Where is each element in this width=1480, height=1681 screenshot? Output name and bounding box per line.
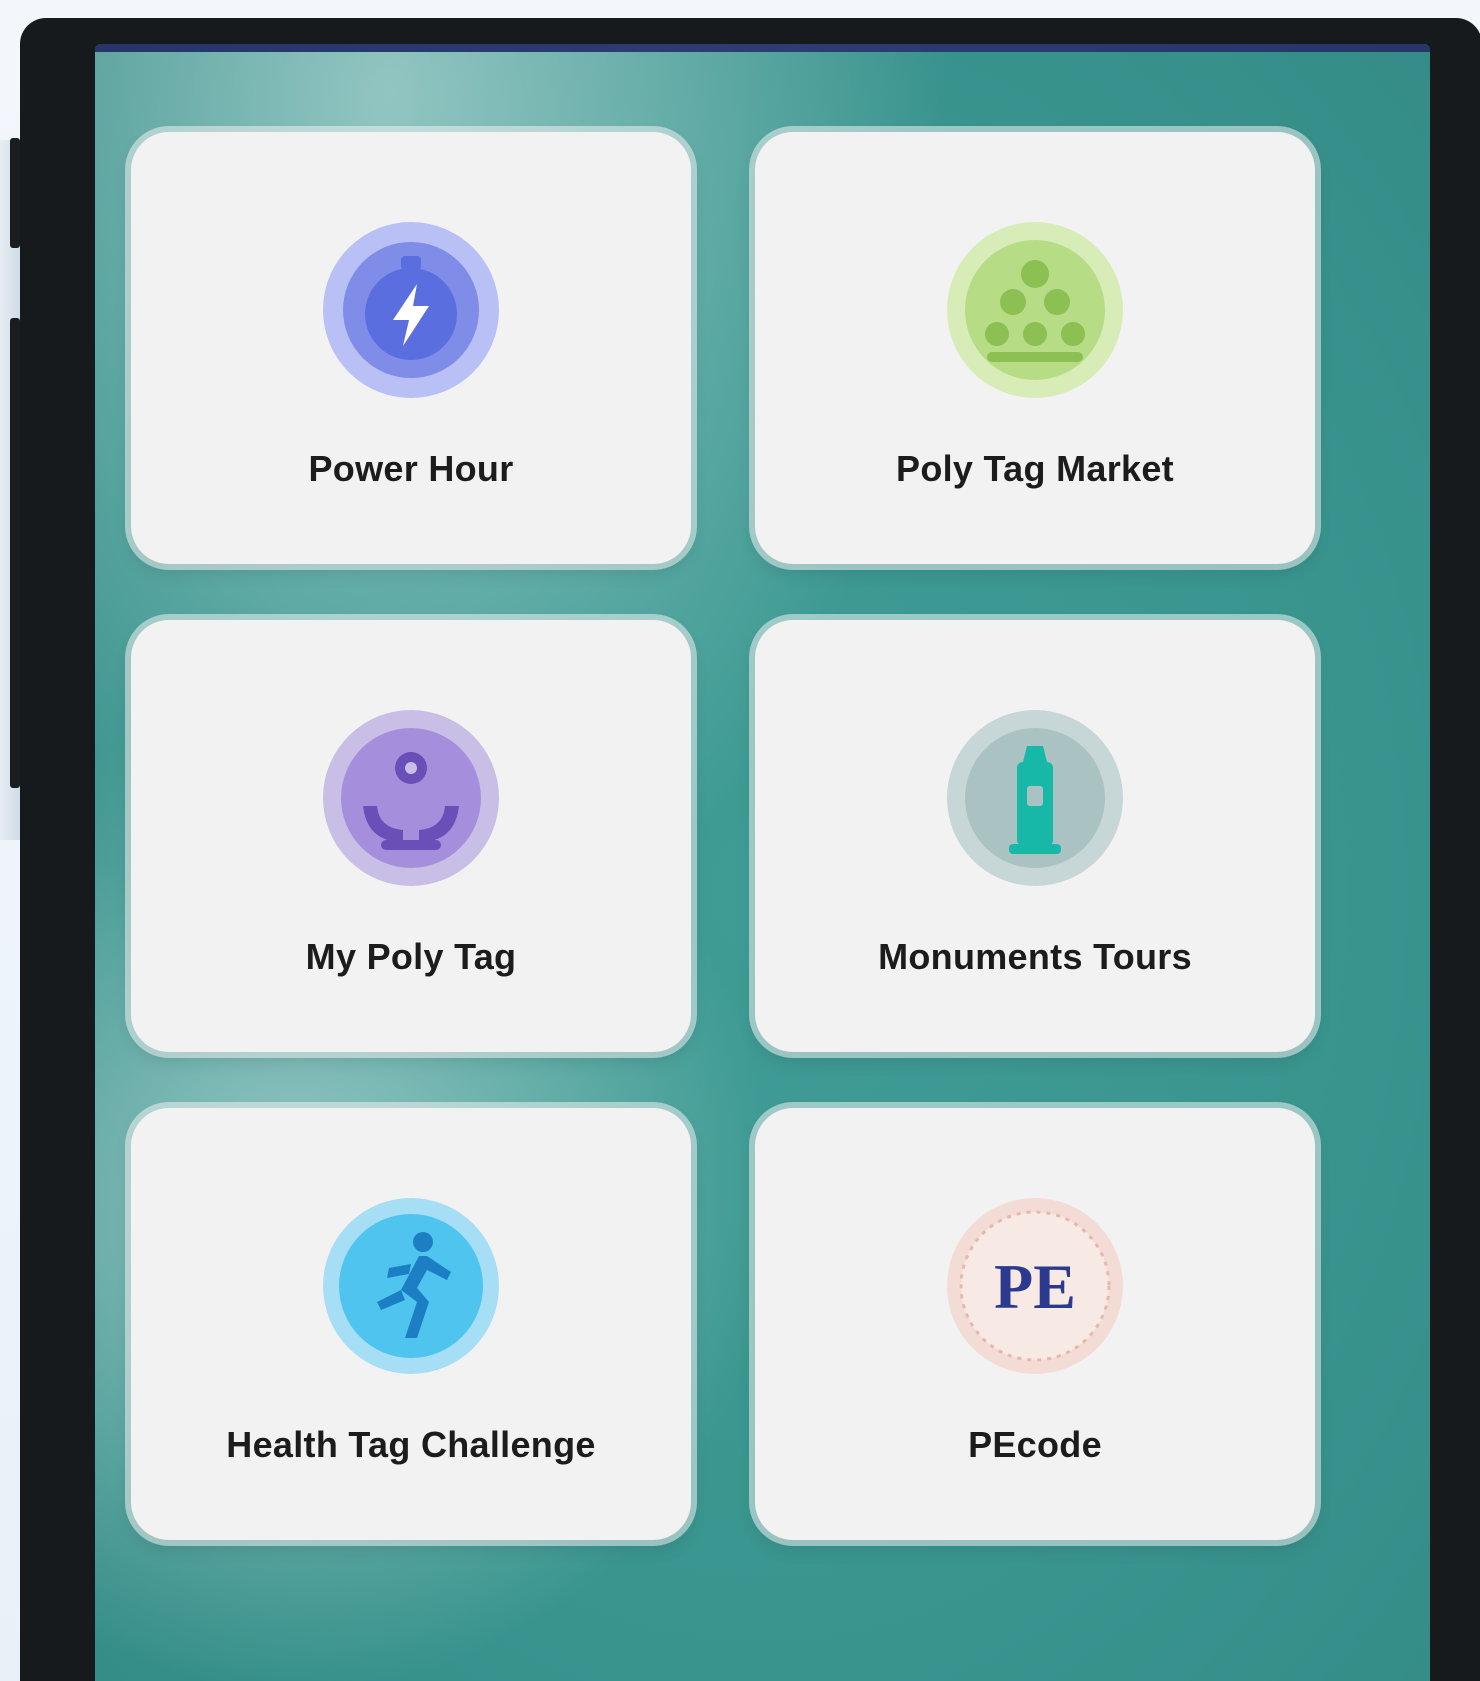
side-button-volume-up	[10, 138, 20, 248]
tile-monuments-tours[interactable]: Monuments Tours	[755, 620, 1315, 1052]
phone-frame: Power Hour Poly Tag Market My Poly Tag M…	[10, 18, 1480, 1681]
tile-label: My Poly Tag	[305, 936, 517, 977]
hands-holding-icon	[323, 710, 499, 886]
app-screen: Power Hour Poly Tag Market My Poly Tag M…	[95, 44, 1430, 1681]
tile-label: Monuments Tours	[878, 936, 1192, 977]
side-button-volume-down	[10, 318, 20, 788]
tile-label: Poly Tag Market	[896, 448, 1174, 489]
tile-poly-tag-market[interactable]: Poly Tag Market	[755, 132, 1315, 564]
market-icon	[947, 222, 1123, 398]
tile-pecode[interactable]: PE PEcode	[755, 1108, 1315, 1540]
page: Power Hour Poly Tag Market My Poly Tag M…	[0, 0, 1480, 1681]
pecode-logo-icon: PE	[947, 1198, 1123, 1374]
tile-health-tag-challenge[interactable]: Health Tag Challenge	[131, 1108, 691, 1540]
tile-power-hour[interactable]: Power Hour	[131, 132, 691, 564]
tile-label: PEcode	[968, 1424, 1102, 1465]
status-bar-edge	[95, 44, 1430, 52]
menu-grid: Power Hour Poly Tag Market My Poly Tag M…	[131, 132, 1371, 1540]
tile-label: Power Hour	[308, 448, 514, 489]
tile-label: Health Tag Challenge	[226, 1424, 596, 1465]
svg-text:PE: PE	[994, 1251, 1076, 1322]
lighthouse-icon	[947, 710, 1123, 886]
runner-icon	[323, 1198, 499, 1374]
lightning-bolt-icon	[323, 222, 499, 398]
tile-my-poly-tag[interactable]: My Poly Tag	[131, 620, 691, 1052]
